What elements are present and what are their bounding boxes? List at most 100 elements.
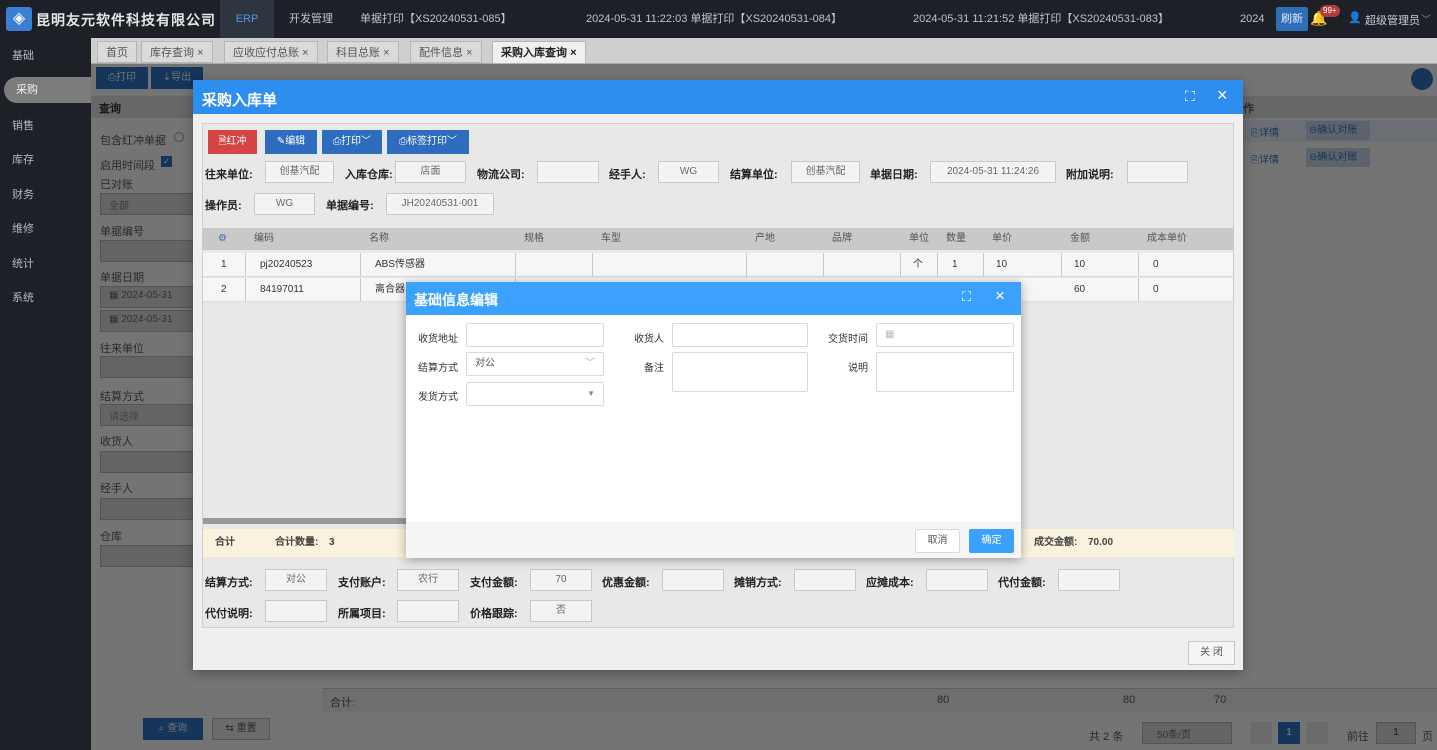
nav-print-083[interactable]: 2024-05-31 11:21:52 单据打印【XS20240531-083】	[913, 0, 1169, 38]
col-name: 名称	[361, 228, 516, 250]
summary-deal-amount: 70.00	[1088, 537, 1114, 548]
tab-subject[interactable]: 科目总账 ×	[327, 41, 399, 63]
handler-field[interactable]: WG	[658, 161, 719, 183]
close-icon[interactable]: ×	[302, 47, 308, 59]
logistics-field[interactable]	[537, 161, 599, 183]
row-qty: 1	[938, 253, 984, 276]
col-qty: 数量	[938, 228, 984, 250]
tab-purchase-query[interactable]: 采购入库查询 ×	[492, 41, 586, 64]
row-price: 10	[984, 253, 1062, 276]
discount-label: 优惠金额:	[602, 577, 650, 589]
maximize-icon[interactable]: ⛶	[1185, 88, 1195, 105]
price-trace-field[interactable]: 否	[530, 600, 592, 622]
edit-button[interactable]: ✎编辑	[265, 130, 317, 154]
address-input[interactable]	[466, 323, 604, 347]
sidebar-item-stats[interactable]: 统计	[0, 251, 91, 277]
project-label: 所属项目:	[338, 608, 386, 620]
bill-no-field[interactable]: JH20240531-001	[386, 193, 494, 215]
user-name[interactable]: 超级管理员	[1365, 12, 1420, 28]
sidebar-item-system[interactable]: 系统	[0, 285, 91, 311]
summary-qty-label: 合计数量:	[275, 537, 319, 548]
receiver-input[interactable]	[672, 323, 808, 347]
warehouse-field[interactable]: 店面	[395, 161, 466, 183]
tab-ar-ap[interactable]: 应收应付总账 ×	[224, 41, 318, 63]
row-index: 2	[203, 278, 246, 301]
close-icon[interactable]: ×	[466, 47, 472, 59]
modal-title: 基础信息编辑	[414, 292, 498, 308]
company-name: 昆明友元软件科技有限公司	[36, 13, 216, 29]
row-amount: 10	[1062, 253, 1139, 276]
maximize-icon[interactable]: ⛶	[962, 289, 971, 305]
row-code: 84197011	[246, 278, 361, 301]
settle-method-select[interactable]: 对公 ﹀	[466, 352, 604, 376]
chevron-down-icon: ﹀	[585, 358, 595, 369]
project-field[interactable]	[397, 600, 459, 622]
nav-print-084[interactable]: 2024-05-31 11:22:03 单据打印【XS20240531-084】	[586, 0, 842, 38]
partner-field[interactable]: 创基汽配	[265, 161, 334, 183]
confirm-button[interactable]: 确定	[969, 529, 1014, 553]
sidebar-item-finance[interactable]: 财务	[0, 182, 91, 208]
tab-stock-query[interactable]: 库存查询 ×	[141, 41, 213, 63]
tab-label: 科目总账	[336, 47, 380, 59]
amort-cost-field[interactable]	[926, 569, 988, 591]
close-icon[interactable]: ×	[570, 47, 576, 59]
cancel-button[interactable]: 取消	[915, 529, 960, 553]
summary-label: 合计	[215, 537, 235, 548]
row-code: pj20240523	[246, 253, 361, 276]
bill-date-label: 单据日期:	[870, 169, 918, 181]
ship-method-select[interactable]: ▼	[466, 382, 604, 406]
nav-year[interactable]: 2024	[1240, 0, 1264, 38]
close-icon[interactable]: ×	[383, 47, 389, 59]
tab-home[interactable]: 首页	[97, 41, 137, 63]
settle-method-label: 结算方式	[418, 363, 458, 374]
dialog-header: 采购入库单 ⛶ ×	[193, 80, 1243, 114]
sidebar-item-sales[interactable]: 销售	[0, 113, 91, 139]
chevron-down-icon[interactable]: ﹀	[1421, 11, 1431, 26]
nav-dev[interactable]: 开发管理	[289, 0, 333, 38]
delivery-time-label: 交货时间	[828, 334, 868, 345]
tab-parts[interactable]: 配件信息 ×	[410, 41, 482, 63]
label-print-button[interactable]: ⎙标签打印﹀	[387, 130, 469, 154]
close-icon[interactable]: ×	[1217, 85, 1228, 106]
sidebar-item-basic[interactable]: 基础	[0, 43, 91, 69]
proxy-amount-label: 代付金额:	[998, 577, 1046, 589]
horizontal-scrollbar[interactable]	[203, 518, 413, 524]
proxy-amount-field[interactable]	[1058, 569, 1120, 591]
refresh-button[interactable]: 刷新	[1276, 7, 1308, 31]
nav-print-085[interactable]: 单据打印【XS20240531-085】	[360, 0, 512, 38]
settle-unit-field[interactable]: 创基汽配	[791, 161, 860, 183]
summary-qty: 3	[329, 537, 335, 548]
close-icon[interactable]: ×	[995, 286, 1005, 306]
ship-method-label: 发货方式	[418, 392, 458, 403]
amort-method-field[interactable]	[794, 569, 856, 591]
proxy-note-field[interactable]	[265, 600, 327, 622]
sidebar-item-purchase[interactable]: 采购	[4, 77, 91, 103]
description-textarea[interactable]	[876, 352, 1014, 392]
close-icon[interactable]: ×	[197, 47, 203, 59]
pay-account-label: 支付账户:	[338, 577, 386, 589]
delivery-time-input[interactable]: ▦	[876, 323, 1014, 347]
gear-icon[interactable]: ⚙	[203, 228, 246, 250]
bill-no-label: 单据编号:	[326, 200, 374, 212]
sidebar-item-repair[interactable]: 维修	[0, 216, 91, 242]
basic-info-modal: 基础信息编辑 ⛶ × 收货地址 收货人 交货时间 ▦ 结算方式 对公 ﹀ 备注 说…	[406, 282, 1021, 558]
row-amount: 60	[1062, 278, 1139, 301]
operator-label: 操作员:	[205, 200, 242, 212]
close-button[interactable]: 关 闭	[1188, 641, 1235, 665]
bill-date-field[interactable]: 2024-05-31 11:24:26	[930, 161, 1056, 183]
sidebar-item-stock[interactable]: 库存	[0, 147, 91, 173]
remark-label: 备注	[644, 363, 664, 374]
red-reverse-button[interactable]: 🗎红冲	[208, 130, 257, 154]
print-menu-button[interactable]: ⎙打印﹀	[322, 130, 382, 154]
operator-field[interactable]: WG	[254, 193, 315, 215]
pay-account-field[interactable]: 农行	[397, 569, 459, 591]
settle-method-field[interactable]: 对公	[265, 569, 327, 591]
extra-note-field[interactable]	[1127, 161, 1188, 183]
nav-erp[interactable]: ERP	[220, 0, 274, 38]
table-row[interactable]: 1 pj20240523 ABS传感器 个 1 10 10 0	[203, 253, 1234, 277]
remark-textarea[interactable]	[672, 352, 808, 392]
row-cost: 0	[1139, 253, 1234, 276]
paid-amount-field[interactable]: 70	[530, 569, 592, 591]
discount-field[interactable]	[662, 569, 724, 591]
paid-amount-label: 支付金额:	[470, 577, 518, 589]
